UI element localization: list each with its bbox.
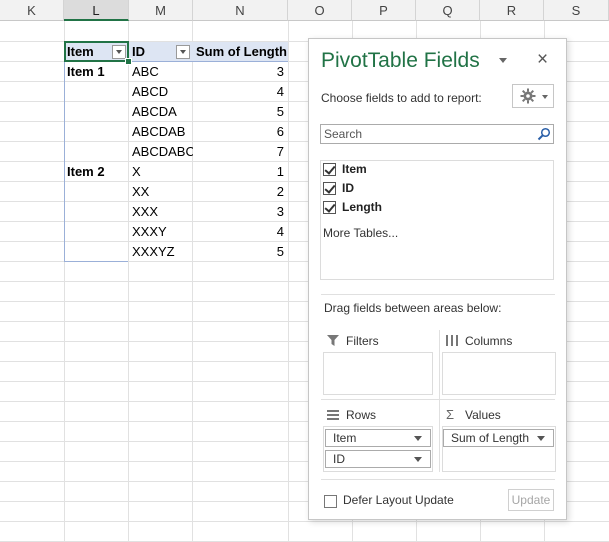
values-field-label: Sum of Length <box>451 431 530 445</box>
fill-handle[interactable] <box>125 58 132 65</box>
pivot-cell-id[interactable]: ABCDAB <box>129 122 193 142</box>
column-header-r[interactable]: R <box>480 0 544 21</box>
pivot-cell-sum-of-length[interactable]: 6 <box>193 122 288 142</box>
defer-layout-update-label: Defer Layout Update <box>343 493 454 507</box>
chevron-down-icon <box>414 436 422 441</box>
pivot-cell-item[interactable]: Item 1 <box>64 62 129 82</box>
columns-drop-area[interactable] <box>442 352 556 395</box>
pane-divider <box>321 479 555 480</box>
pivot-cell-id[interactable]: XXXY <box>129 222 193 242</box>
pivot-cell-item[interactable] <box>64 102 129 122</box>
column-header-q[interactable]: Q <box>416 0 480 21</box>
pivot-cell-id[interactable]: XXXYZ <box>129 242 193 262</box>
pivot-cell-sum-of-length[interactable]: 2 <box>193 182 288 202</box>
pivot-cell-id[interactable]: ABCDA <box>129 102 193 122</box>
pivot-cell-item[interactable] <box>64 202 129 222</box>
search-placeholder: Search <box>324 127 363 141</box>
more-tables-link[interactable]: More Tables... <box>323 226 398 240</box>
pivot-cell-sum-of-length[interactable]: 7 <box>193 142 288 162</box>
drag-fields-label: Drag fields between areas below: <box>324 301 502 315</box>
update-button[interactable]: Update <box>508 489 554 511</box>
pivot-cell-sum-of-length[interactable]: 3 <box>193 62 288 82</box>
column-header-n[interactable]: N <box>193 0 288 21</box>
pivot-header-id-label: ID <box>132 44 145 59</box>
pivot-cell-sum-of-length[interactable]: 4 <box>193 222 288 242</box>
filters-area-label: Filters <box>346 334 379 348</box>
active-cell-selection <box>64 41 129 62</box>
chevron-down-icon <box>414 457 422 462</box>
pivot-cell-id[interactable]: ABC <box>129 62 193 82</box>
filter-icon <box>327 335 339 346</box>
pivot-cell-sum-of-length[interactable]: 1 <box>193 162 288 182</box>
pivot-cell-sum-of-length[interactable]: 5 <box>193 242 288 262</box>
pivot-cell-item[interactable] <box>64 182 129 202</box>
field-label-id: ID <box>342 181 354 195</box>
field-checkbox-length[interactable] <box>323 201 336 214</box>
tools-button[interactable] <box>512 84 554 108</box>
tools-chevron-down-icon <box>542 95 548 99</box>
pivot-border <box>64 261 128 262</box>
columns-icon <box>446 335 458 346</box>
values-area-label: Values <box>465 408 501 422</box>
column-header-l[interactable]: L <box>64 0 129 21</box>
search-icon[interactable] <box>537 127 551 141</box>
pivot-cell-id[interactable]: ABCDABC <box>129 142 193 162</box>
pane-options-chevron-down-icon[interactable] <box>499 58 507 63</box>
pivot-cell-id[interactable]: ABCD <box>129 82 193 102</box>
pivot-header-sum-label: Sum of Length <box>196 44 287 59</box>
field-label-item: Item <box>342 162 367 176</box>
pivot-cell-item[interactable] <box>64 142 129 162</box>
pivot-cell-item[interactable] <box>64 82 129 102</box>
rows-area-label: Rows <box>346 408 377 422</box>
field-search-input[interactable]: Search <box>320 124 554 144</box>
column-header-m[interactable]: M <box>129 0 193 21</box>
pivot-cell-id[interactable]: XXX <box>129 202 193 222</box>
field-label-length: Length <box>342 200 382 214</box>
filters-drop-area[interactable] <box>323 352 433 395</box>
rows-field-item-label: Item <box>333 431 357 445</box>
field-list: Item ID Length More Tables... <box>320 160 554 280</box>
gear-icon <box>520 88 536 104</box>
column-header-p[interactable]: P <box>352 0 416 21</box>
area-vertical-divider <box>439 330 440 472</box>
pivot-border <box>64 62 65 262</box>
rows-field-id[interactable]: ID <box>325 450 431 468</box>
column-header-k[interactable]: K <box>0 0 64 21</box>
pivot-cell-item[interactable] <box>64 122 129 142</box>
rows-field-item[interactable]: Item <box>325 429 431 447</box>
sigma-icon: Σ <box>446 407 455 422</box>
pivot-cell-sum-of-length[interactable]: 5 <box>193 102 288 122</box>
choose-fields-label: Choose fields to add to report: <box>321 91 482 105</box>
area-horizontal-divider <box>321 399 555 400</box>
rows-field-id-label: ID <box>333 452 345 466</box>
pivot-header-sum-of-length[interactable]: Sum of Length <box>193 42 288 62</box>
grid-line <box>0 521 609 522</box>
defer-layout-update-checkbox[interactable] <box>324 495 337 508</box>
pane-title: PivotTable Fields <box>321 49 480 72</box>
pivottable-fields-pane: PivotTable Fields × Choose fields to add… <box>308 38 567 520</box>
pivot-cell-item[interactable] <box>64 242 129 262</box>
column-header-o[interactable]: O <box>288 0 352 21</box>
id-filter-dropdown-icon[interactable] <box>176 45 190 59</box>
chevron-down-icon <box>537 436 545 441</box>
columns-area-label: Columns <box>465 334 513 348</box>
pivot-cell-id[interactable]: X <box>129 162 193 182</box>
close-icon[interactable]: × <box>537 49 548 71</box>
pivot-cell-item[interactable]: Item 2 <box>64 162 129 182</box>
pivot-cell-item[interactable] <box>64 222 129 242</box>
pane-divider <box>321 294 555 295</box>
pivot-cell-sum-of-length[interactable]: 4 <box>193 82 288 102</box>
field-checkbox-id[interactable] <box>323 182 336 195</box>
column-header-s[interactable]: S <box>544 0 609 21</box>
pivot-cell-id[interactable]: XX <box>129 182 193 202</box>
rows-icon <box>327 410 339 420</box>
pivot-cell-sum-of-length[interactable]: 3 <box>193 202 288 222</box>
field-checkbox-item[interactable] <box>323 163 336 176</box>
values-field-sum-of-length[interactable]: Sum of Length <box>443 429 554 447</box>
